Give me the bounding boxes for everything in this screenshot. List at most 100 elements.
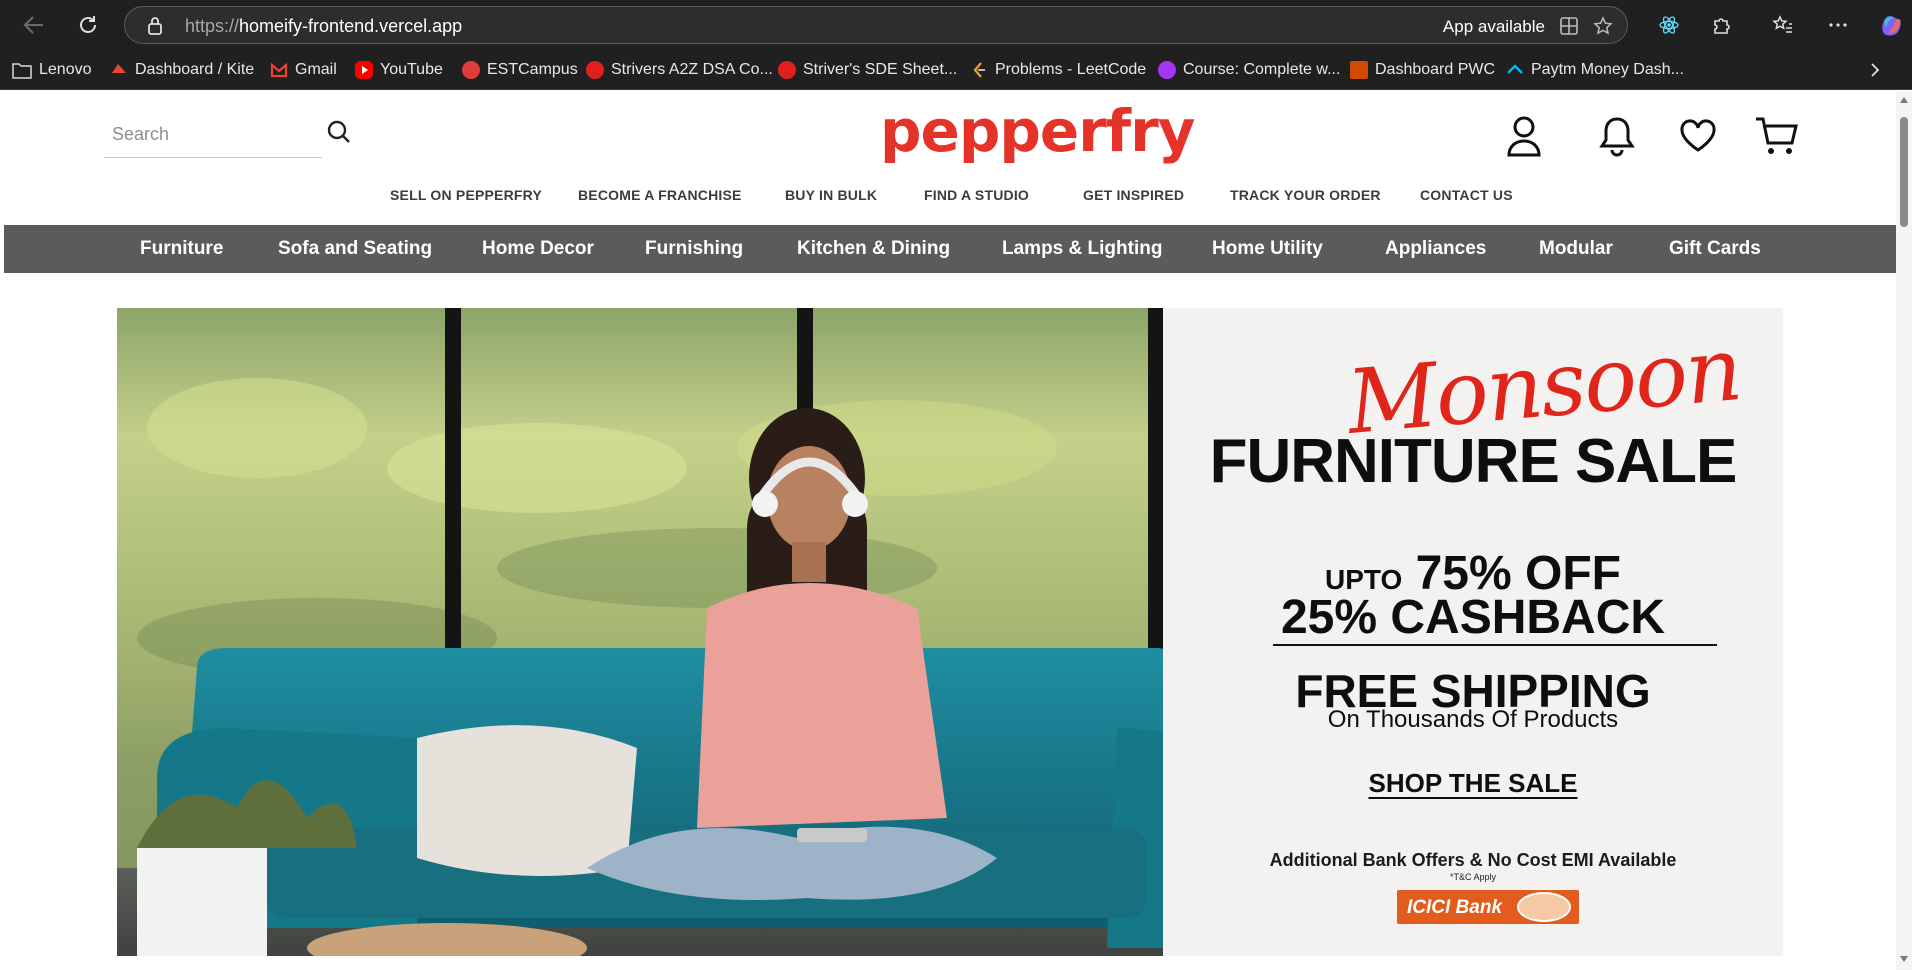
bonanza-seal-icon [1517, 892, 1571, 922]
paytm-icon [1506, 61, 1524, 79]
tuf-icon [586, 61, 604, 79]
estcampus-icon [462, 61, 480, 79]
bookmark-label: Gmail [295, 61, 337, 78]
bookmark-label: Dashboard / Kite [135, 61, 255, 78]
more-menu-button[interactable] [1823, 10, 1853, 40]
bookmark-estcampus[interactable]: ESTCampus [462, 60, 578, 80]
pepperfry-logo[interactable]: pepperfry [880, 97, 1195, 165]
reload-button[interactable] [73, 10, 103, 40]
bookmark-label: Paytm Money Dash... [1531, 61, 1684, 78]
icici-logo-text: ICICI Bank [1407, 897, 1503, 918]
chevron-right-icon [1871, 63, 1880, 77]
category-appliances[interactable]: Appliances [1385, 238, 1486, 260]
bookmark-label: Course: Complete w... [1183, 61, 1341, 78]
cart-icon [1756, 117, 1798, 154]
bookmark-label: Problems - LeetCode [995, 61, 1147, 78]
bookmark-lenovo[interactable]: Lenovo [12, 60, 92, 80]
category-gift-cards[interactable]: Gift Cards [1669, 238, 1761, 260]
bookmark-label: Dashboard PWC [1375, 61, 1496, 78]
wishlist-button[interactable] [1675, 113, 1721, 159]
tnc-note: *T&C Apply [1449, 872, 1497, 882]
link-contact-us[interactable]: CONTACT US [1420, 187, 1513, 203]
app-available-text[interactable]: App available [1443, 17, 1545, 37]
bell-icon [1599, 117, 1635, 157]
link-get-inspired[interactable]: GET INSPIRED [1083, 187, 1184, 203]
web-page: pepperfry SELL ON PEPPERFRY BECOME A FRA… [4, 91, 1896, 970]
page-scrollbar[interactable] [1896, 91, 1912, 970]
shop-the-sale-link[interactable]: SHOP THE SALE [1368, 768, 1577, 798]
favorite-star-icon[interactable] [1593, 16, 1613, 36]
bookmark-course[interactable]: Course: Complete w... [1158, 60, 1340, 80]
bookmark-kite[interactable]: Dashboard / Kite [110, 60, 254, 80]
lock-icon[interactable] [147, 16, 163, 36]
bookmark-paytm[interactable]: Paytm Money Dash... [1506, 60, 1684, 80]
link-buy-in-bulk[interactable]: BUY IN BULK [785, 187, 877, 203]
woman-on-sofa-illustration [117, 308, 1163, 956]
utility-links: SELL ON PEPPERFRY BECOME A FRANCHISE BUY… [4, 187, 1896, 207]
link-sell-on-pepperfry[interactable]: SELL ON PEPPERFRY [390, 187, 542, 203]
bookmark-youtube[interactable]: YouTube [355, 60, 443, 80]
category-kitchen-dining[interactable]: Kitchen & Dining [797, 238, 950, 260]
bank-offer-text: Additional Bank Offers & No Cost EMI Ava… [1269, 850, 1677, 870]
url-text[interactable]: https://homeify-frontend.vercel.app [185, 16, 462, 37]
back-button[interactable] [19, 10, 49, 40]
free-shipping-subtitle: On Thousands Of Products [1327, 706, 1619, 733]
banner-photo [117, 308, 1163, 956]
favorites-list-icon [1772, 15, 1792, 33]
bookmark-pwc[interactable]: Dashboard PWC [1350, 60, 1495, 80]
url-protocol: https:// [185, 16, 240, 36]
category-home-decor[interactable]: Home Decor [482, 238, 594, 260]
banner-offer-panel: Monsoon FURNITURE SALE UPTO 75% OFF 25% … [1163, 308, 1783, 956]
user-icon [1507, 116, 1541, 157]
favorites-button[interactable] [1768, 10, 1798, 40]
heart-icon [1680, 119, 1716, 152]
category-lamps-lighting[interactable]: Lamps & Lighting [1002, 238, 1162, 260]
link-find-a-studio[interactable]: FIND A STUDIO [924, 187, 1029, 203]
bookmark-label: Strivers A2Z DSA Co... [611, 61, 773, 78]
search-input[interactable] [112, 119, 312, 149]
gmail-icon [270, 61, 288, 79]
account-button[interactable] [1501, 113, 1547, 159]
leetcode-icon [970, 61, 988, 79]
react-devtools-button[interactable] [1654, 10, 1684, 40]
bookmark-label: Lenovo [39, 61, 92, 78]
udemy-icon [1158, 61, 1176, 79]
search-icon[interactable] [326, 119, 352, 145]
category-sofa-seating[interactable]: Sofa and Seating [278, 238, 432, 260]
notifications-button[interactable] [1594, 113, 1640, 159]
puzzle-icon [1714, 18, 1730, 34]
tuf-icon [778, 61, 796, 79]
bookmark-strivers-a2z[interactable]: Strivers A2Z DSA Co... [586, 60, 773, 80]
react-icon [1659, 16, 1679, 34]
sale-title: FURNITURE SALE [1209, 427, 1738, 496]
youtube-icon [355, 61, 373, 79]
category-home-utility[interactable]: Home Utility [1212, 238, 1323, 260]
category-modular[interactable]: Modular [1539, 238, 1613, 260]
link-become-franchise[interactable]: BECOME A FRANCHISE [578, 187, 742, 203]
scroll-up-icon[interactable] [1899, 96, 1909, 104]
copilot-button[interactable] [1876, 10, 1906, 40]
scroll-down-icon[interactable] [1899, 955, 1909, 963]
bookmark-leetcode[interactable]: Problems - LeetCode [970, 60, 1146, 80]
category-furnishing[interactable]: Furnishing [645, 238, 743, 260]
bookmarks-bar: Lenovo Dashboard / Kite Gmail YouTube ES… [0, 50, 1912, 90]
url-host: homeify-frontend.vercel.app [239, 16, 463, 36]
pwc-icon [1350, 61, 1368, 79]
bookmark-sde-sheet[interactable]: Striver's SDE Sheet... [778, 60, 957, 80]
extensions-button[interactable] [1707, 10, 1737, 40]
category-furniture[interactable]: Furniture [140, 238, 223, 260]
ellipsis-icon [1829, 23, 1847, 27]
bookmark-label: YouTube [380, 61, 443, 78]
scrollbar-thumb[interactable] [1900, 117, 1908, 227]
hero-banner[interactable]: Monsoon FURNITURE SALE UPTO 75% OFF 25% … [117, 308, 1783, 956]
search-field[interactable] [104, 113, 322, 158]
back-arrow-icon [23, 16, 43, 34]
link-track-order[interactable]: TRACK YOUR ORDER [1230, 187, 1381, 203]
bookmarks-overflow-button[interactable] [1860, 55, 1890, 85]
offer-divider [1273, 644, 1717, 646]
address-bar[interactable]: https://homeify-frontend.vercel.app App … [124, 6, 1628, 44]
bookmark-gmail[interactable]: Gmail [270, 60, 337, 80]
browser-toolbar: https://homeify-frontend.vercel.app App … [0, 0, 1912, 50]
app-install-icon[interactable] [1559, 16, 1579, 36]
cart-button[interactable] [1753, 113, 1799, 159]
